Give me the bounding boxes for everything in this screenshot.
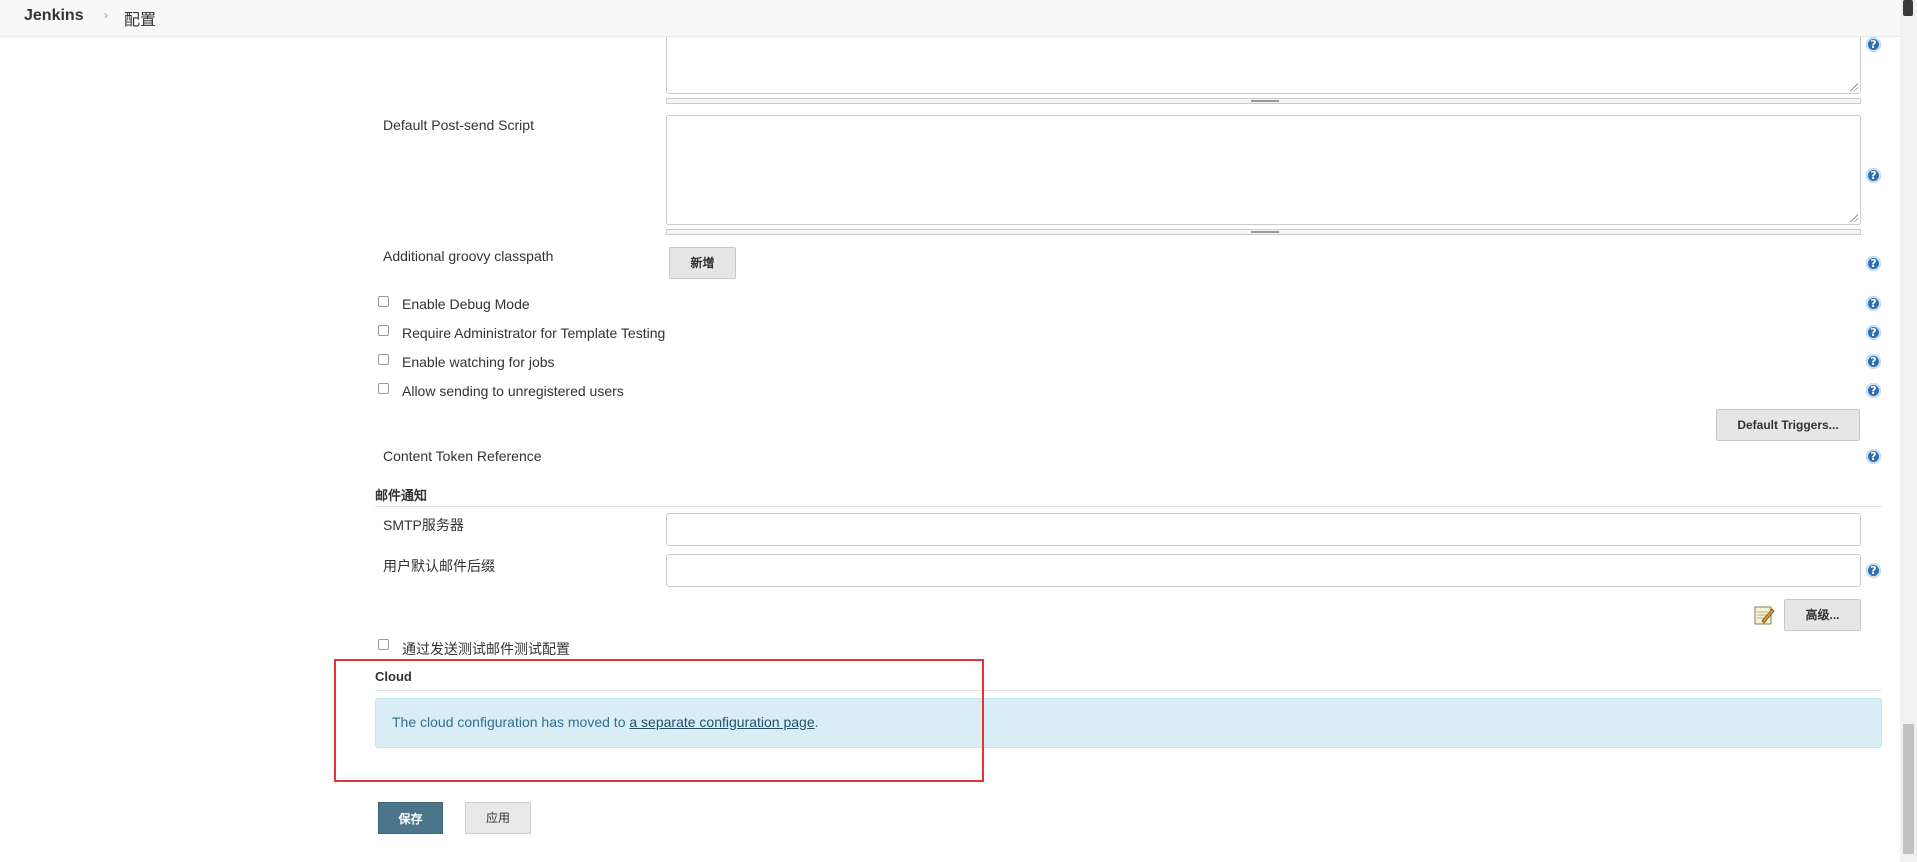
default-suffix-label: 用户默认邮件后缀	[383, 558, 495, 574]
groovy-classpath-label: Additional groovy classpath	[383, 248, 554, 264]
resize-grip-icon[interactable]	[1850, 214, 1858, 222]
scroll-top-marker	[1903, 0, 1913, 16]
resize-knob	[1251, 231, 1279, 233]
scrollbar-thumb[interactable]	[1903, 724, 1914, 854]
debug-mode-label: Enable Debug Mode	[402, 296, 530, 312]
watching-jobs-label: Enable watching for jobs	[402, 354, 555, 370]
highlight-box	[334, 659, 984, 782]
smtp-server-label: SMTP服务器	[383, 517, 464, 533]
breadcrumb-current-page[interactable]: 配置	[124, 6, 156, 30]
section-divider	[375, 506, 1882, 507]
email-section-header: 邮件通知	[375, 488, 428, 503]
help-icon[interactable]: ?	[1866, 354, 1881, 369]
content-token-label: Content Token Reference	[383, 448, 542, 464]
post-send-script-label: Default Post-send Script	[383, 117, 534, 133]
help-icon[interactable]: ?	[1866, 37, 1881, 52]
add-classpath-button[interactable]: 新增	[669, 247, 736, 279]
breadcrumb-chevron-icon: ›	[104, 8, 108, 22]
default-suffix-input[interactable]	[666, 554, 1861, 587]
admin-template-label: Require Administrator for Template Testi…	[402, 325, 666, 341]
help-icon[interactable]: ?	[1866, 325, 1881, 340]
smtp-server-input[interactable]	[666, 513, 1861, 546]
textarea-resize-bar[interactable]	[666, 229, 1861, 235]
unregistered-users-checkbox[interactable]	[378, 383, 389, 394]
help-icon[interactable]: ?	[1866, 296, 1881, 311]
apply-button[interactable]: 应用	[465, 802, 531, 834]
help-icon[interactable]: ?	[1866, 563, 1881, 578]
unregistered-users-label: Allow sending to unregistered users	[402, 383, 624, 399]
advanced-button[interactable]: 高级...	[1784, 599, 1861, 631]
help-icon[interactable]: ?	[1866, 449, 1881, 464]
notepad-icon	[1754, 606, 1775, 625]
vertical-scrollbar[interactable]	[1900, 0, 1917, 862]
test-config-checkbox[interactable]	[378, 639, 389, 650]
default-triggers-button[interactable]: Default Triggers...	[1716, 409, 1860, 441]
textarea-resize-bar[interactable]	[666, 98, 1861, 104]
resize-grip-icon[interactable]	[1850, 83, 1858, 91]
save-button[interactable]: 保存	[378, 802, 443, 834]
help-icon[interactable]: ?	[1866, 383, 1881, 398]
post-send-script-textarea[interactable]	[666, 115, 1861, 225]
debug-mode-checkbox[interactable]	[378, 296, 389, 307]
resize-knob	[1251, 100, 1279, 102]
previous-script-textarea[interactable]	[666, 37, 1861, 94]
test-config-label: 通过发送测试邮件测试配置	[402, 641, 570, 657]
breadcrumb-bar: Jenkins › 配置	[0, 0, 1900, 37]
help-icon[interactable]: ?	[1866, 256, 1881, 271]
watching-jobs-checkbox[interactable]	[378, 354, 389, 365]
admin-template-checkbox[interactable]	[378, 325, 389, 336]
breadcrumb-jenkins-link[interactable]: Jenkins	[24, 7, 84, 25]
help-icon[interactable]: ?	[1866, 168, 1881, 183]
